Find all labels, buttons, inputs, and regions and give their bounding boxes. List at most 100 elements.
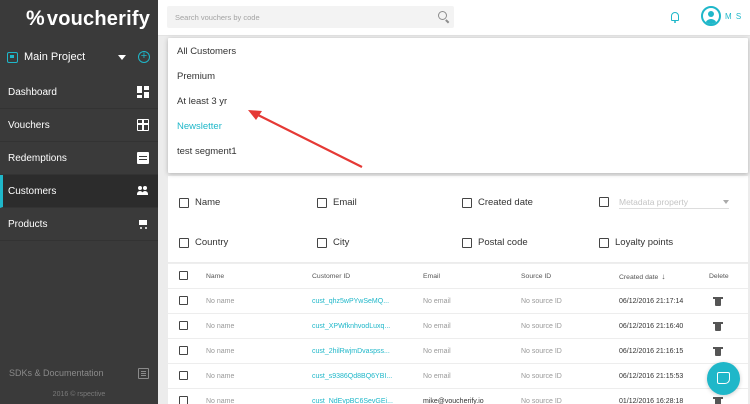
segment-option-at-least-3-yr[interactable]: At least 3 yr [168, 89, 748, 114]
filter-label: Country [195, 237, 229, 248]
search-input[interactable] [167, 6, 454, 28]
sidebar-item-label: Vouchers [8, 119, 50, 131]
segment-option-premium[interactable]: Premium [168, 64, 748, 89]
trash-icon[interactable] [713, 347, 723, 356]
customer-source-id: No source ID [521, 298, 562, 305]
customer-id-link[interactable]: cust_2hilRwjmDvaspss... [312, 339, 390, 364]
customer-email: No email [423, 323, 451, 330]
customer-created-date: 06/12/2016 21:17:14 [619, 298, 684, 305]
sidebar-item-label: Customers [8, 185, 57, 197]
table-row[interactable]: No name cust_s9386Qd8BQ6YBI... No email … [168, 364, 748, 389]
filter-label: Postal code [478, 237, 528, 248]
row-checkbox[interactable] [179, 396, 188, 404]
sidebar-item-label: Dashboard [8, 86, 57, 98]
row-checkbox[interactable] [179, 371, 188, 380]
documentation-icon [138, 367, 149, 379]
customer-source-id: No source ID [521, 348, 562, 355]
select-all-checkbox[interactable] [179, 271, 188, 280]
sidebar-item-products[interactable]: Products [0, 208, 158, 241]
trash-icon[interactable] [713, 397, 723, 404]
sort-arrow-down-icon[interactable]: ↓ [661, 264, 665, 289]
column-header-name[interactable]: Name [206, 264, 224, 289]
sidebar-item-vouchers[interactable]: Vouchers [0, 109, 158, 142]
row-checkbox[interactable] [179, 346, 188, 355]
sidebar-item-dashboard[interactable]: Dashboard [0, 76, 158, 109]
column-header-customer-id[interactable]: Customer ID [312, 264, 350, 289]
filter-label: Loyalty points [615, 237, 674, 248]
logo-mark: % [26, 7, 45, 30]
filter-city[interactable]: City [317, 237, 349, 248]
customer-id-link[interactable]: cust_NdEvpBC6SevGEi... [312, 389, 393, 404]
chevron-down-icon [723, 199, 729, 204]
customer-id-link[interactable]: cust_s9386Qd8BQ6YBI... [312, 364, 392, 389]
segment-option-test-segment1[interactable]: test segment1 [168, 139, 748, 164]
filter-label: Name [195, 197, 221, 208]
column-header-email[interactable]: Email [423, 264, 440, 289]
checkbox[interactable] [462, 197, 472, 208]
add-project-icon[interactable]: + [138, 51, 150, 63]
filter-metadata[interactable]: Metadata property [599, 195, 729, 209]
filter-email[interactable]: Email [317, 197, 357, 208]
column-filter-panel: Name Email Created date Metadata propert… [168, 176, 748, 262]
checkbox[interactable] [599, 237, 609, 248]
customer-name: No name [206, 398, 235, 404]
search-icon[interactable] [438, 11, 447, 20]
copyright: 2016 © rspective [52, 391, 106, 398]
customer-email: No email [423, 373, 451, 380]
app-logo[interactable]: % voucherify [0, 0, 158, 38]
table-row[interactable]: No name cust_NdEvpBC6SevGEi... mike@vouc… [168, 389, 748, 404]
chat-launcher-button[interactable] [707, 362, 740, 395]
user-initials[interactable]: M S [725, 12, 742, 21]
row-checkbox[interactable] [179, 296, 188, 305]
checkbox[interactable] [462, 237, 472, 248]
project-selector[interactable]: Main Project + [0, 38, 158, 76]
segment-option-newsletter[interactable]: Newsletter [168, 114, 748, 139]
project-name: Main Project [24, 51, 86, 63]
filter-label: Email [333, 197, 357, 208]
table-header-row: Name Customer ID Email Source ID Created… [168, 264, 748, 289]
customer-id-link[interactable]: cust_qhz5wPYwSeMQ... [312, 289, 389, 314]
trash-icon[interactable] [713, 322, 723, 331]
table-row[interactable]: No name cust_XPWfknhvodLuxq... No email … [168, 314, 748, 339]
column-header-created-date[interactable]: Created date ↓ [619, 264, 665, 289]
filter-name[interactable]: Name [179, 197, 220, 208]
segment-dropdown: All Customers Premium At least 3 yr News… [168, 38, 748, 173]
notification-bell-icon[interactable] [671, 12, 679, 23]
filter-label: Created date [478, 197, 533, 208]
filter-created-date[interactable]: Created date [462, 197, 533, 208]
customer-email: mike@voucherify.io [423, 398, 484, 404]
people-icon [137, 185, 149, 197]
sidebar-item-label: Products [8, 218, 48, 230]
chat-icon [717, 372, 730, 384]
customer-created-date: 06/12/2016 21:16:15 [619, 348, 684, 355]
checkbox[interactable] [317, 237, 327, 248]
dashboard-icon [137, 86, 149, 98]
checkbox[interactable] [317, 197, 327, 208]
created-date-label: Created date [619, 274, 659, 281]
checkbox[interactable] [179, 237, 189, 248]
column-header-source-id[interactable]: Source ID [521, 264, 551, 289]
metadata-property-select[interactable]: Metadata property [619, 195, 729, 209]
filter-postal-code[interactable]: Postal code [462, 237, 528, 248]
sidebar-item-sdks[interactable]: SDKs & Documentation [0, 364, 158, 382]
row-checkbox[interactable] [179, 321, 188, 330]
customer-id-link[interactable]: cust_XPWfknhvodLuxq... [312, 314, 390, 339]
table-row[interactable]: No name cust_qhz5wPYwSeMQ... No email No… [168, 289, 748, 314]
customer-email: No email [423, 298, 451, 305]
list-icon [137, 152, 149, 164]
segment-option-all-customers[interactable]: All Customers [168, 39, 748, 64]
chevron-down-icon[interactable] [118, 54, 126, 60]
filter-label: City [333, 237, 350, 248]
customer-email: No email [423, 348, 451, 355]
filter-country[interactable]: Country [179, 237, 228, 248]
trash-icon[interactable] [713, 297, 723, 306]
customer-name: No name [206, 373, 235, 380]
checkbox[interactable] [179, 197, 189, 208]
sidebar-item-redemptions[interactable]: Redemptions [0, 142, 158, 175]
filter-loyalty-points[interactable]: Loyalty points [599, 237, 673, 248]
customer-name: No name [206, 298, 235, 305]
table-row[interactable]: No name cust_2hilRwjmDvaspss... No email… [168, 339, 748, 364]
sidebar-item-customers[interactable]: Customers [0, 175, 158, 208]
avatar[interactable] [701, 6, 721, 26]
checkbox[interactable] [599, 197, 609, 207]
